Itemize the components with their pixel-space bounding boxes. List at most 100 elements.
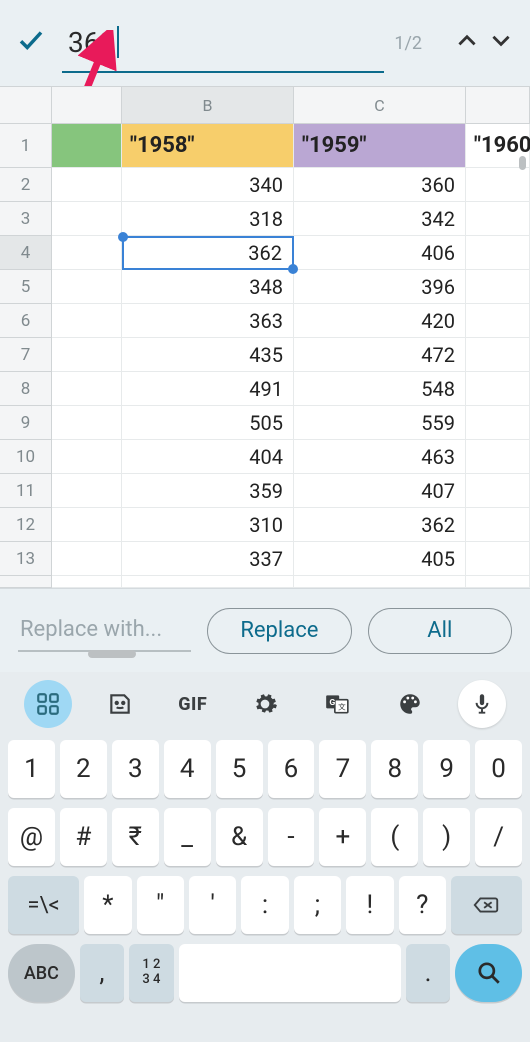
cell[interactable]: 404: [122, 440, 294, 474]
key[interactable]: 8: [371, 740, 418, 798]
cell[interactable]: [466, 576, 530, 588]
column-header-a[interactable]: [52, 87, 122, 124]
confirm-icon[interactable]: [16, 25, 52, 61]
key[interactable]: +: [319, 808, 366, 866]
cell[interactable]: 360: [294, 168, 466, 202]
cell[interactable]: 310: [122, 508, 294, 542]
cell[interactable]: 463: [294, 440, 466, 474]
key[interactable]: 3: [112, 740, 159, 798]
symbols-shift-key[interactable]: =\<: [8, 876, 79, 934]
abc-key[interactable]: ABC: [8, 944, 75, 1002]
row-header[interactable]: 10: [0, 440, 52, 474]
key[interactable]: @: [8, 808, 55, 866]
mic-icon[interactable]: [458, 680, 506, 728]
prev-match-button[interactable]: [446, 27, 480, 60]
cell[interactable]: 362: [294, 508, 466, 542]
cell[interactable]: 406: [294, 236, 466, 270]
cell[interactable]: 362: [122, 236, 294, 270]
cell[interactable]: [466, 440, 530, 474]
row-header[interactable]: 12: [0, 508, 52, 542]
key[interactable]: #: [60, 808, 107, 866]
column-header-c[interactable]: C: [294, 87, 466, 124]
cell[interactable]: [466, 168, 530, 202]
gif-icon[interactable]: GIF: [169, 680, 217, 728]
key[interactable]: 6: [268, 740, 315, 798]
cell[interactable]: 348: [122, 270, 294, 304]
cell[interactable]: [52, 440, 122, 474]
numpad-key[interactable]: 1 23 4: [129, 944, 173, 1002]
row-header[interactable]: 1: [0, 124, 52, 168]
cell[interactable]: [52, 168, 122, 202]
cell[interactable]: [52, 508, 122, 542]
replace-button[interactable]: Replace: [207, 608, 351, 654]
key[interactable]: _: [164, 808, 211, 866]
cell[interactable]: [466, 474, 530, 508]
column-header-b[interactable]: B: [122, 87, 294, 124]
cell[interactable]: [52, 576, 122, 588]
row-header[interactable]: 7: [0, 338, 52, 372]
cell[interactable]: 342: [294, 202, 466, 236]
palette-icon[interactable]: [386, 680, 434, 728]
cell[interactable]: 359: [122, 474, 294, 508]
space-key[interactable]: [179, 944, 401, 1002]
row-header[interactable]: 13: [0, 542, 52, 576]
row-header[interactable]: 8: [0, 372, 52, 406]
cell[interactable]: [294, 576, 466, 588]
row-header[interactable]: 3: [0, 202, 52, 236]
replace-all-button[interactable]: All: [368, 608, 512, 654]
cell[interactable]: [52, 304, 122, 338]
row-header[interactable]: [0, 576, 52, 588]
key[interactable]: -: [268, 808, 315, 866]
search-input[interactable]: 362: [62, 13, 384, 73]
row-header[interactable]: 11: [0, 474, 52, 508]
key[interactable]: 0: [475, 740, 522, 798]
cell[interactable]: 472: [294, 338, 466, 372]
cell[interactable]: [52, 406, 122, 440]
key[interactable]: :: [241, 876, 288, 934]
cell[interactable]: 407: [294, 474, 466, 508]
row-header[interactable]: 4: [0, 236, 52, 270]
key[interactable]: 4: [164, 740, 211, 798]
cell[interactable]: [466, 372, 530, 406]
column-header-d[interactable]: [466, 87, 530, 124]
horizontal-scroll-thumb[interactable]: [88, 650, 136, 658]
translate-icon[interactable]: G文: [313, 680, 361, 728]
key[interactable]: ): [423, 808, 470, 866]
selection-handle[interactable]: [118, 232, 128, 242]
key[interactable]: ;: [294, 876, 341, 934]
cell[interactable]: 491: [122, 372, 294, 406]
cell[interactable]: 559: [294, 406, 466, 440]
key[interactable]: ₹: [112, 808, 159, 866]
vertical-scroll-thumb[interactable]: [519, 156, 526, 170]
key[interactable]: /: [475, 808, 522, 866]
row-header[interactable]: 6: [0, 304, 52, 338]
cell[interactable]: [52, 124, 122, 168]
grid-icon[interactable]: [24, 680, 72, 728]
cell[interactable]: 337: [122, 542, 294, 576]
key[interactable]: &: [216, 808, 263, 866]
cell[interactable]: [466, 542, 530, 576]
selection-handle[interactable]: [288, 264, 298, 274]
key[interactable]: ?: [399, 876, 446, 934]
cell[interactable]: [52, 542, 122, 576]
comma-key[interactable]: ,: [80, 944, 124, 1002]
key[interactable]: 1: [8, 740, 55, 798]
cell[interactable]: "1958": [122, 124, 294, 168]
cell[interactable]: [52, 474, 122, 508]
cell[interactable]: [466, 338, 530, 372]
cell[interactable]: [52, 372, 122, 406]
cell[interactable]: 505: [122, 406, 294, 440]
row-header[interactable]: 2: [0, 168, 52, 202]
key[interactable]: ": [137, 876, 184, 934]
key[interactable]: ': [189, 876, 236, 934]
replace-input[interactable]: Replace with...: [18, 609, 191, 652]
sticker-icon[interactable]: [96, 680, 144, 728]
key[interactable]: *: [84, 876, 131, 934]
cell[interactable]: 435: [122, 338, 294, 372]
cell[interactable]: [466, 202, 530, 236]
key[interactable]: !: [346, 876, 393, 934]
row-header[interactable]: 5: [0, 270, 52, 304]
cell[interactable]: [466, 270, 530, 304]
key[interactable]: 9: [423, 740, 470, 798]
row-header[interactable]: 9: [0, 406, 52, 440]
